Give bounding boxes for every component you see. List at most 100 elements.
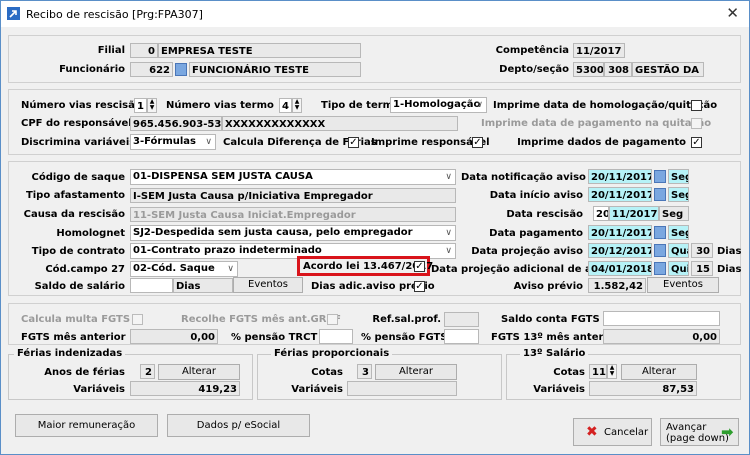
- data-proj-adic-label: Data projeção adicional de aviso: [431, 264, 615, 275]
- maior-remuneracao-button[interactable]: Maior remuneração: [15, 414, 158, 437]
- vias-termo-field[interactable]: 4: [279, 98, 292, 113]
- data-pgto-label: Data pagamento: [489, 228, 583, 239]
- codigo-saque-label: Código de saque: [31, 172, 126, 183]
- decimo-cotas-field: 11: [589, 364, 607, 379]
- discrimina-label: Discrimina variáveis: [21, 137, 136, 148]
- tipo-afast-field: I-SEM Justa Causa p/Iniciativa Empregado…: [130, 188, 456, 203]
- imprime-dados-pgto-checkbox[interactable]: ✓: [691, 137, 702, 148]
- imprime-responsavel-checkbox[interactable]: ✓: [472, 137, 483, 148]
- ferias-ind-alterar-button[interactable]: Alterar: [158, 364, 240, 380]
- filial-code[interactable]: 0: [130, 43, 158, 58]
- causa-label: Causa da rescisão: [23, 209, 125, 220]
- ferias-ind-variaveis-label: Variáveis: [73, 384, 125, 395]
- calendar-icon[interactable]: [654, 226, 666, 239]
- ferias-ind-variaveis-field: 419,23: [130, 381, 240, 396]
- dias-field: Dias: [173, 278, 233, 293]
- mes13-field: 0,00: [603, 329, 720, 344]
- tipo-afast-label: Tipo afastamento: [25, 190, 125, 201]
- calendar-icon[interactable]: [654, 244, 666, 257]
- chevron-down-icon: ∨: [445, 228, 452, 238]
- pensao-trct-label: % pensão TRCT: [231, 332, 318, 343]
- imprime-data-homolog-label: Imprime data de homologação/quitação: [493, 100, 718, 111]
- filial-label: Filial: [97, 45, 125, 56]
- data-proj-adic-dias: 15: [691, 261, 713, 276]
- saldo-conta-label: Saldo conta FGTS: [501, 314, 600, 325]
- codigo-saque-select[interactable]: 01-DISPENSA SEM JUSTA CAUSA ∨: [130, 169, 456, 185]
- imprime-data-homolog-checkbox[interactable]: [691, 100, 702, 111]
- mes13-label: FGTS 13º mês anterior: [491, 332, 619, 343]
- data-proj-day: Qua: [668, 243, 689, 258]
- app-icon: [7, 7, 20, 20]
- cancel-button[interactable]: ✖ Cancelar: [573, 418, 652, 446]
- competencia-field[interactable]: 11/2017: [573, 43, 625, 58]
- ferias-prop-variaveis-label: Variáveis: [291, 384, 343, 395]
- eventos-aviso-button[interactable]: Eventos: [647, 277, 719, 293]
- data-notif-day: Seg: [668, 169, 689, 184]
- data-inicio-day: Seg: [668, 187, 689, 202]
- data-notif-field[interactable]: 20/11/2017: [588, 169, 652, 184]
- cpf-field[interactable]: 965.456.903-53: [130, 116, 222, 131]
- decimo-alterar-button[interactable]: Alterar: [621, 364, 697, 380]
- decimo-cotas-stepper[interactable]: ▲ ▼: [607, 364, 617, 379]
- recolhe-label: Recolhe FGTS mês ant.GRRF: [181, 314, 341, 325]
- depto-code2: 308: [604, 62, 632, 77]
- depto-label: Depto/seção: [499, 64, 569, 75]
- ref-sal-field: [444, 312, 479, 327]
- dados-esocial-button[interactable]: Dados p/ eSocial: [167, 414, 310, 437]
- dias-unit: Dias: [717, 264, 742, 275]
- chevron-down-icon: ∨: [227, 264, 234, 274]
- vias-rescisao-stepper[interactable]: ▲ ▼: [147, 98, 157, 113]
- calcula-diferenca-checkbox[interactable]: ✓: [348, 137, 359, 148]
- calendar-icon[interactable]: [654, 170, 666, 183]
- tipo-termo-select[interactable]: 1-Homologação ∨: [390, 97, 487, 113]
- data-proj-label: Data projeção aviso: [471, 246, 583, 257]
- data-pgto-field[interactable]: 20/11/2017: [588, 225, 652, 240]
- saldo-salario-label: Saldo de salário: [34, 281, 125, 292]
- acordo-checkbox[interactable]: ✓: [414, 261, 425, 272]
- depto-code1: 5300: [573, 62, 604, 77]
- chevron-down-icon: ∨: [445, 172, 452, 182]
- data-pgto-day: Seg: [668, 225, 689, 240]
- ferias-prop-alterar-button[interactable]: Alterar: [375, 364, 457, 380]
- homolognet-label: Homolognet: [56, 228, 125, 239]
- data-inicio-field[interactable]: 20/11/2017: [588, 187, 652, 202]
- vias-rescisao-field[interactable]: 1: [134, 98, 147, 113]
- decimo-cotas-label: Cotas: [553, 367, 585, 378]
- cod-campo-label: Cód.campo 27: [45, 264, 125, 275]
- cod-campo-select[interactable]: 02-Cód. Saque ∨: [130, 261, 238, 277]
- saldo-conta-field[interactable]: [603, 311, 720, 326]
- imprime-data-pgto-quit-checkbox[interactable]: [691, 118, 702, 129]
- recolhe-checkbox[interactable]: [327, 314, 338, 325]
- window-title: Recibo de rescisão [Prg:FPA307]: [26, 8, 203, 21]
- dias-adic-checkbox[interactable]: ✓: [414, 281, 425, 292]
- title-bar: Recibo de rescisão [Prg:FPA307] ✕: [1, 1, 749, 27]
- vias-termo-stepper[interactable]: ▲ ▼: [292, 98, 302, 113]
- eventos-button[interactable]: Eventos: [233, 277, 303, 293]
- calendar-icon[interactable]: [654, 262, 666, 275]
- pensao-fgts-field[interactable]: [444, 329, 479, 344]
- data-proj-field[interactable]: 20/12/2017: [588, 243, 652, 258]
- lookup-icon[interactable]: [175, 63, 187, 76]
- imprime-dados-pgto-label: Imprime dados de pagamento: [517, 137, 686, 148]
- data-proj-dias: 30: [691, 243, 713, 258]
- funcionario-code[interactable]: 622: [130, 62, 173, 77]
- dias-unit: Dias: [717, 246, 742, 257]
- next-button[interactable]: Avançar (page down) ➡: [660, 418, 739, 446]
- imprime-data-pgto-quit-label: Imprime data de pagamento na quitação: [481, 118, 712, 129]
- tipo-termo-label: Tipo de termo: [321, 100, 400, 111]
- competencia-label: Competência: [495, 45, 569, 56]
- decimo-variaveis-field: 87,53: [589, 381, 697, 396]
- data-proj-adic-field[interactable]: 04/01/2018: [588, 261, 652, 276]
- saldo-salario-field[interactable]: [130, 278, 173, 293]
- data-rescisao-field[interactable]: 11/2017: [609, 206, 659, 221]
- data-rescisao-day-field[interactable]: 20: [593, 206, 609, 221]
- pensao-trct-field[interactable]: [319, 329, 353, 344]
- chevron-down-icon: ∨: [445, 246, 452, 256]
- homolognet-select[interactable]: SJ2-Despedida sem justa causa, pelo empr…: [130, 225, 456, 241]
- ferias-prop-variaveis-field: [347, 381, 457, 396]
- close-icon[interactable]: ✕: [726, 4, 739, 22]
- discrimina-select[interactable]: 3-Fórmulas ∨: [130, 134, 216, 150]
- ref-sal-label: Ref.sal.prof.: [372, 314, 441, 325]
- calcula-multa-checkbox[interactable]: [132, 314, 143, 325]
- calendar-icon[interactable]: [654, 188, 666, 201]
